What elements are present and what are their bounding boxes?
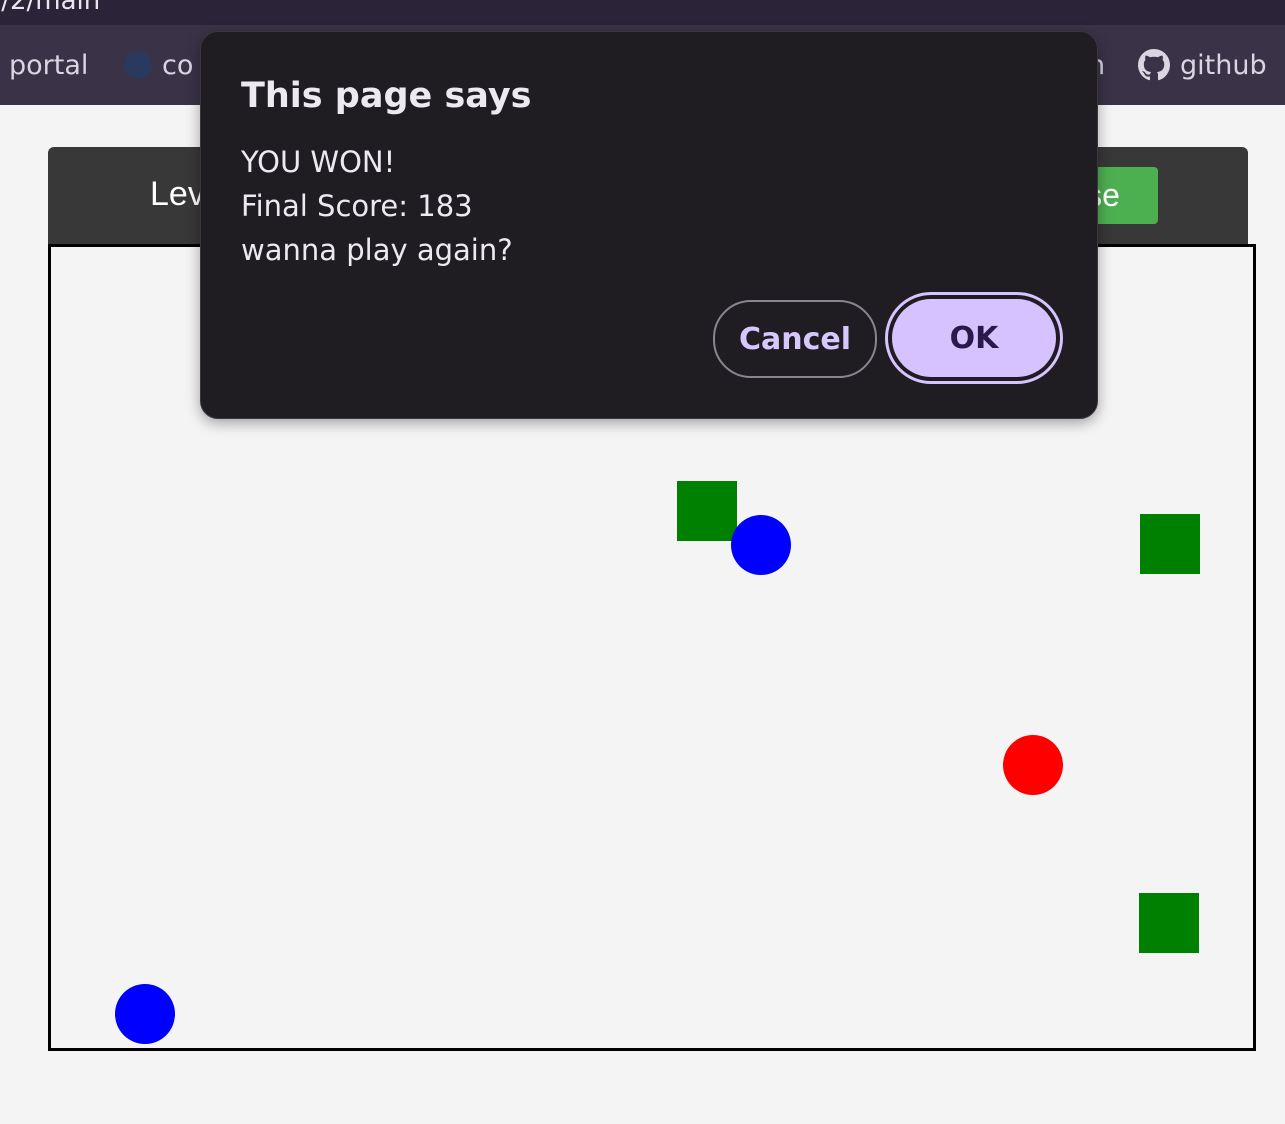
blue-circle[interactable] <box>115 984 175 1044</box>
bookmark-label: github <box>1180 49 1267 81</box>
bookmark-label: portal <box>9 49 89 81</box>
dialog-message: YOU WON! Final Score: 183 wanna play aga… <box>241 140 513 272</box>
blue-circle[interactable] <box>731 515 791 575</box>
bookmark-co[interactable]: co <box>124 47 193 83</box>
alert-dialog: This page says YOU WON! Final Score: 183… <box>200 31 1098 419</box>
level-label: Lev <box>150 175 205 213</box>
url-bar[interactable]: l/2/main <box>0 0 1285 25</box>
message-line: wanna play again? <box>241 233 513 267</box>
green-square[interactable] <box>1140 514 1200 574</box>
bookmark-github[interactable]: github <box>1138 47 1267 83</box>
site-favicon-icon <box>124 51 152 79</box>
cancel-button[interactable]: Cancel <box>713 300 877 378</box>
bookmark-label: co <box>162 49 194 81</box>
red-circle[interactable] <box>1003 735 1063 795</box>
url-text: l/2/main <box>0 0 101 16</box>
green-square[interactable] <box>677 481 737 541</box>
message-line: Final Score: 183 <box>241 189 473 223</box>
ok-button[interactable]: OK <box>892 299 1056 377</box>
dialog-title: This page says <box>241 76 532 116</box>
green-square[interactable] <box>1139 893 1199 953</box>
github-icon <box>1138 49 1170 81</box>
bookmark-portal[interactable]: portal <box>9 47 88 83</box>
message-line: YOU WON! <box>241 145 396 179</box>
